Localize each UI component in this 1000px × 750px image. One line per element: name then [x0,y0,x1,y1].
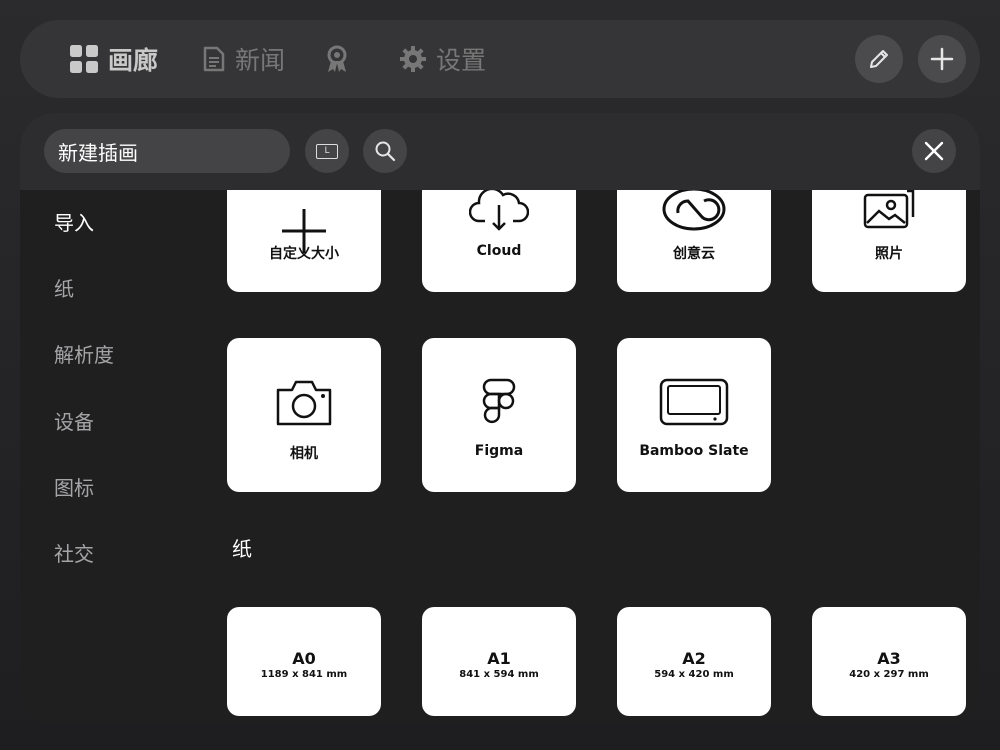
sidebar-item-paper[interactable]: 纸 [54,273,74,302]
sidebar-item-social[interactable]: 社交 [54,538,94,567]
document-icon [203,46,225,72]
paper-card-a1[interactable]: A1 841 x 594 mm [422,607,576,716]
new-illustration-panel: 新建插画 L 导入 纸 解析度 设备 图标 社交 自定义大小 Cloud 创意云… [20,113,980,725]
search-button[interactable] [363,129,407,173]
nav-tab-label: 新闻 [235,46,286,75]
illustration-name-field[interactable]: 新建插画 [44,129,290,173]
sidebar-item-import[interactable]: 导入 [54,207,94,236]
close-button[interactable] [912,129,956,173]
card-label: 自定义大小 [269,246,339,262]
paper-card-a3[interactable]: A3 420 x 297 mm [812,607,966,716]
orientation-badge-label: L [324,146,330,156]
card-label: 创意云 [673,246,715,262]
search-icon [375,141,396,162]
import-card-figma[interactable]: Figma [422,338,576,492]
tablet-icon [659,378,729,426]
sidebar-item-device[interactable]: 设备 [54,406,94,435]
figma-icon [482,378,516,424]
import-card-camera[interactable]: 相机 [227,338,381,492]
paper-name: A3 [877,649,901,668]
sidebar-item-icon[interactable]: 图标 [54,472,94,501]
photos-icon [863,189,915,229]
paper-name: A0 [292,649,316,668]
sidebar-item-resolution[interactable]: 解析度 [54,339,114,368]
nav-tab-label: 设置 [436,46,487,75]
nav-tab-gallery[interactable]: 画廊 [70,20,158,98]
nav-tab-awards[interactable] [324,20,350,98]
nav-tab-label: 画廊 [108,46,159,75]
nav-tab-news[interactable]: 新闻 [203,20,285,98]
paper-card-a2[interactable]: A2 594 x 420 mm [617,607,771,716]
top-navigation-bar: 画廊 新闻 设置 [20,20,980,98]
panel-header: 新建插画 L [20,113,980,190]
edit-button[interactable] [855,35,903,83]
illustration-name: 新建插画 [58,140,138,165]
card-label: Bamboo Slate [639,443,749,459]
orientation-badge: L [316,143,338,159]
paper-dimensions: 1189 x 841 mm [260,669,348,680]
import-card-bamboo-slate[interactable]: Bamboo Slate [617,338,771,492]
card-label: 相机 [290,446,318,462]
section-title-paper: 纸 [232,537,252,561]
creative-cloud-icon [662,187,726,231]
paper-dimensions: 420 x 297 mm [849,669,929,680]
card-label: Figma [474,443,524,459]
card-label: Cloud [476,243,522,259]
paper-name: A1 [487,649,511,668]
grid-icon [70,45,98,73]
paper-dimensions: 841 x 594 mm [459,669,539,680]
gear-icon [400,46,426,72]
nav-tab-settings[interactable]: 设置 [400,20,486,98]
camera-icon [276,380,332,426]
paper-card-a0[interactable]: A0 1189 x 841 mm [227,607,381,716]
plus-icon [930,47,954,71]
pencil-icon [870,50,888,68]
add-button[interactable] [918,35,966,83]
paper-dimensions: 594 x 420 mm [654,669,734,680]
card-label: 照片 [875,246,903,262]
orientation-button[interactable]: L [305,129,349,173]
award-icon [327,45,347,72]
close-icon [924,141,944,161]
paper-name: A2 [682,649,706,668]
